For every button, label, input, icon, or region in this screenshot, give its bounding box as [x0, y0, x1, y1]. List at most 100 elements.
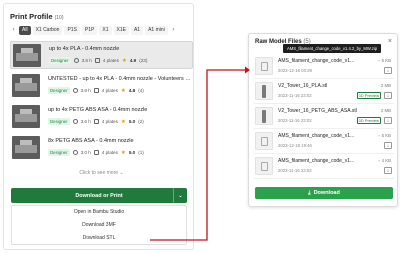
file-doc-icon — [255, 57, 273, 75]
file-row[interactable]: AMS_filament_change_code_v1... 2023-12-1… — [254, 131, 394, 154]
profile-title: UNTESTED - up to 4x PLA - 0.4mm nozzle -… — [48, 76, 191, 82]
profile-item[interactable]: 8x PETG ABS ASA - 0.4mm nozzle Designer … — [10, 134, 193, 162]
profile-meta: Designer 3.6 h 4 plates ★ 5.0 (2) — [48, 118, 144, 125]
chevron-left-icon[interactable]: ‹ — [10, 26, 17, 35]
file-icon: ▫ — [378, 133, 380, 138]
chevron-right-icon[interactable]: › — [170, 26, 177, 35]
rating-count: (4) — [138, 88, 144, 93]
profile-item[interactable]: up to 4x PETG ABS ASA - 0.4mm nozzle Des… — [10, 103, 193, 131]
file-row[interactable]: V2_Tower_16_PETG_ABS_ASA.stl 2023-11-16 … — [254, 106, 394, 129]
profile-title: 8x PETG ABS ASA - 0.4mm nozzle — [48, 138, 134, 144]
clock-icon — [72, 150, 78, 155]
download-icon[interactable]: ↓ — [384, 167, 392, 174]
star-icon: ★ — [120, 87, 126, 94]
3d-preview-button[interactable]: 3D Preview — [356, 92, 381, 99]
file-size: 2 MB — [380, 83, 391, 88]
dropdown-toggle[interactable]: ⌄ — [173, 188, 187, 203]
star-icon: ★ — [120, 118, 126, 125]
file-date: 2023-12-18 19:46 — [278, 143, 312, 148]
rating-count: (1) — [138, 150, 144, 155]
rating-value: 5.0 — [128, 150, 136, 155]
download-icon[interactable]: ↓ — [384, 92, 392, 99]
file-size: 2 MB — [380, 108, 391, 113]
file-size: 4 KB — [381, 158, 391, 163]
designer-badge: Designer — [48, 118, 70, 125]
plate-count: 4 plates — [101, 119, 118, 124]
filter-chip-x1e[interactable]: X1E — [113, 25, 129, 35]
printer-filter-row: ‹ All X1 Carbon P1S P1P X1 X1E A1 A1 min… — [10, 25, 192, 35]
download-label: Download — [313, 190, 340, 196]
star-icon: ★ — [120, 149, 126, 156]
filter-chip-x1-carbon[interactable]: X1 Carbon — [32, 25, 63, 35]
profile-meta: Designer 3.8 h 4 plates ★ 4.8 (4) — [48, 87, 144, 94]
filter-chip-p1p[interactable]: P1P — [81, 25, 98, 35]
profile-thumbnail — [12, 105, 40, 128]
file-date: 2023-11-16 23:02 — [278, 168, 312, 173]
download-or-print-label: Download or Print — [75, 192, 123, 199]
download-button[interactable]: ⤓ Download — [255, 187, 393, 199]
filter-chip-a1[interactable]: A1 — [130, 25, 144, 35]
plate-icon — [93, 150, 99, 155]
file-row[interactable]: V2_Tower_16_PLA.stl 2023-11-16 23:02 2 M… — [254, 81, 394, 104]
menu-item-open-in-bambu-studio[interactable]: Open in Bambu Studio — [12, 206, 186, 219]
designer-badge: Designer — [48, 87, 70, 94]
download-icon[interactable]: ↓ — [384, 142, 392, 149]
print-time: 3.0 h — [80, 150, 91, 155]
menu-item-download-stl[interactable]: Download STL — [12, 232, 186, 245]
file-row[interactable]: AMS_filament_change_code_v1... 2023-11-1… — [254, 156, 394, 179]
file-doc-icon — [255, 132, 273, 150]
file-name: V2_Tower_16_PETG_ABS_ASA.stl — [278, 108, 357, 114]
file-doc-icon — [255, 157, 273, 175]
menu-item-download-3mf[interactable]: Download 3MF — [12, 219, 186, 232]
clock-icon — [72, 119, 78, 124]
plate-count: 4 plates — [101, 88, 118, 93]
file-name: AMS_filament_change_code_v1... — [278, 133, 355, 139]
filter-chip-all[interactable]: All — [19, 25, 31, 35]
file-name: AMS_filament_change_code_v1... — [278, 58, 355, 64]
file-icon: ▫ — [378, 58, 380, 63]
profile-item[interactable]: up to 4x PLA - 0.4mm nozzle Designer 3.8… — [10, 41, 193, 69]
profile-thumbnail — [13, 44, 41, 67]
clock-icon — [72, 88, 78, 93]
profile-item[interactable]: UNTESTED - up to 4x PLA - 0.4mm nozzle -… — [10, 72, 193, 100]
clock-icon — [73, 58, 79, 63]
close-icon[interactable]: × — [388, 38, 392, 45]
model-thumbnail — [255, 82, 273, 100]
print-profile-count: (10) — [54, 15, 64, 21]
rating-count: (2) — [138, 119, 144, 124]
download-icon[interactable]: ↓ — [384, 117, 392, 124]
rating-value: 4.8 — [128, 88, 136, 93]
profile-meta: Designer 3.8 h 4 plates ★ 4.9 (23) — [49, 57, 147, 64]
filter-chip-x1[interactable]: X1 — [99, 25, 112, 35]
file-row[interactable]: AMS_filament_change_code_v1... 2023-12-1… — [254, 56, 394, 79]
file-size: 5 KB — [381, 58, 391, 63]
click-to-see-more-link[interactable]: Click to see more ⌄ — [10, 170, 193, 176]
model-thumbnail — [255, 107, 273, 125]
profile-meta: Designer 3.0 h 4 plates ★ 5.0 (1) — [48, 149, 144, 156]
plate-count: 4 plates — [101, 150, 118, 155]
filter-chip-p1s[interactable]: P1S — [64, 25, 80, 35]
filename-tooltip: AMS_filament_change_code_v1.4.2_by_MW.zi… — [283, 44, 382, 53]
file-size: 5 KB — [381, 133, 391, 138]
profile-title: up to 4x PLA - 0.4mm nozzle — [49, 46, 120, 52]
raw-model-files-dialog: Raw Model Files (5) × AMS_filament_chang… — [248, 33, 398, 207]
3d-preview-button[interactable]: 3D Preview — [356, 117, 381, 124]
file-date: 2023-11-16 23:02 — [278, 118, 312, 123]
profile-thumbnail — [12, 136, 40, 159]
rating-value: 5.0 — [128, 119, 136, 124]
download-icon[interactable]: ↓ — [384, 67, 392, 74]
click-more-label: Click to see more — [79, 170, 119, 176]
file-icon: ▫ — [378, 158, 380, 163]
download-dropdown-menu: Open in Bambu Studio Download 3MF Downlo… — [11, 205, 187, 245]
rating-count: (23) — [139, 58, 148, 63]
plate-count: 4 plates — [102, 58, 119, 63]
plate-icon — [93, 119, 99, 124]
profile-thumbnail — [12, 74, 40, 97]
designer-badge: Designer — [48, 149, 70, 156]
file-name: V2_Tower_16_PLA.stl — [278, 83, 328, 89]
print-time: 3.8 h — [81, 58, 92, 63]
plate-icon — [94, 58, 100, 63]
chevron-down-icon: ⌄ — [119, 170, 124, 176]
download-or-print-button[interactable]: Download or Print ⌄ — [11, 188, 187, 203]
filter-chip-a1-mini[interactable]: A1 mini — [145, 25, 168, 35]
